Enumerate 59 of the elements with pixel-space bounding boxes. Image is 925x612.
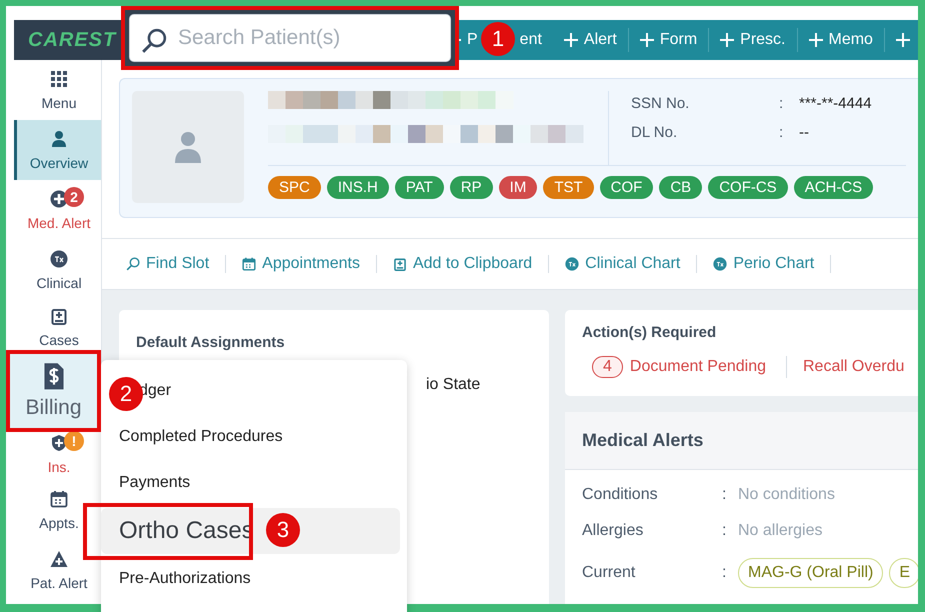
logo: CAREST bbox=[14, 20, 124, 60]
sidebar-item[interactable]: Billing bbox=[6, 350, 101, 432]
sidebar-item[interactable]: Menu bbox=[14, 66, 101, 114]
billing-option[interactable]: Completed Procedures bbox=[101, 414, 407, 460]
sidebar-item[interactable]: Appts. bbox=[14, 486, 101, 534]
patient-tag[interactable]: INS.H bbox=[326, 176, 389, 199]
card-title: Medical Alerts bbox=[565, 412, 918, 470]
billing-option[interactable]: Payments bbox=[101, 460, 407, 506]
header-action-text[interactable]: ent bbox=[520, 31, 542, 49]
count-badge: 2 bbox=[64, 186, 84, 206]
header-action-button[interactable]: Form bbox=[628, 28, 708, 52]
patient-tag[interactable]: PAT bbox=[394, 176, 444, 199]
patient-tag[interactable]: ACH-CS bbox=[794, 176, 874, 199]
header-action-button[interactable]: Memo bbox=[796, 28, 884, 52]
field-label: Conditions bbox=[582, 486, 659, 504]
field-value: No allergies bbox=[738, 522, 824, 540]
header-action-text[interactable]: P bbox=[467, 31, 478, 49]
patient-tag[interactable]: RP bbox=[450, 176, 493, 199]
separator: : bbox=[722, 522, 728, 540]
patient-tag[interactable]: TST bbox=[543, 176, 594, 199]
sidebar-item[interactable]: Overview bbox=[14, 120, 101, 180]
patient-tag[interactable]: COF-CS bbox=[708, 176, 788, 199]
sidebar-item[interactable]: 2 Med. Alert bbox=[14, 186, 101, 234]
card-title: Action(s) Required bbox=[582, 324, 718, 341]
patient-tag[interactable]: SPC bbox=[268, 176, 321, 199]
count-badge: 4 bbox=[592, 356, 623, 378]
field-label: SSN No. bbox=[631, 95, 690, 112]
field-label: Current bbox=[582, 564, 636, 582]
separator: : bbox=[722, 564, 728, 582]
sidebar-item[interactable]: ! Ins. bbox=[14, 430, 101, 478]
medication-pill: MAG-G (Oral Pill) bbox=[738, 558, 884, 588]
toolbar-link[interactable]: Find Slot bbox=[126, 255, 226, 273]
field-label: Allergies bbox=[582, 522, 644, 540]
assignment-text: io State bbox=[426, 376, 480, 394]
sidebar-item[interactable]: Pat. Alert bbox=[14, 546, 101, 594]
patient-tag[interactable]: IM bbox=[498, 176, 538, 199]
search-field[interactable]: Search Patient(s) bbox=[129, 14, 451, 62]
card-title: Default Assignments bbox=[136, 334, 286, 351]
action-link[interactable]: 4 Document Pending bbox=[582, 356, 787, 378]
field-value: -- bbox=[799, 124, 810, 141]
toolbar-link[interactable]: Perio Chart bbox=[713, 255, 832, 273]
patient-tag[interactable]: COF bbox=[600, 176, 654, 199]
toolbar-link[interactable]: Add to Clipboard bbox=[392, 255, 550, 273]
field-value: No conditions bbox=[738, 486, 836, 504]
patient-tag[interactable]: CB bbox=[659, 176, 702, 199]
action-link[interactable]: Recall Overdu bbox=[803, 358, 918, 376]
field-label: DL No. bbox=[631, 124, 678, 141]
field-value: ***-**-4444 bbox=[799, 95, 872, 112]
sidebar-item[interactable]: Clinical bbox=[14, 246, 101, 294]
header-action-button[interactable]: Presc. bbox=[708, 28, 796, 52]
separator: : bbox=[722, 486, 728, 504]
separator: : bbox=[779, 124, 784, 141]
medication-pill: E bbox=[889, 558, 918, 588]
sidebar-item[interactable]: Cases bbox=[14, 304, 101, 350]
header-action-button[interactable]: Alert bbox=[552, 28, 628, 52]
toolbar-link[interactable]: Appointments bbox=[242, 255, 377, 273]
toolbar-link[interactable]: Clinical Chart bbox=[565, 255, 698, 273]
billing-option[interactable]: Pre-Authorizations bbox=[101, 556, 407, 602]
separator: : bbox=[779, 95, 784, 112]
